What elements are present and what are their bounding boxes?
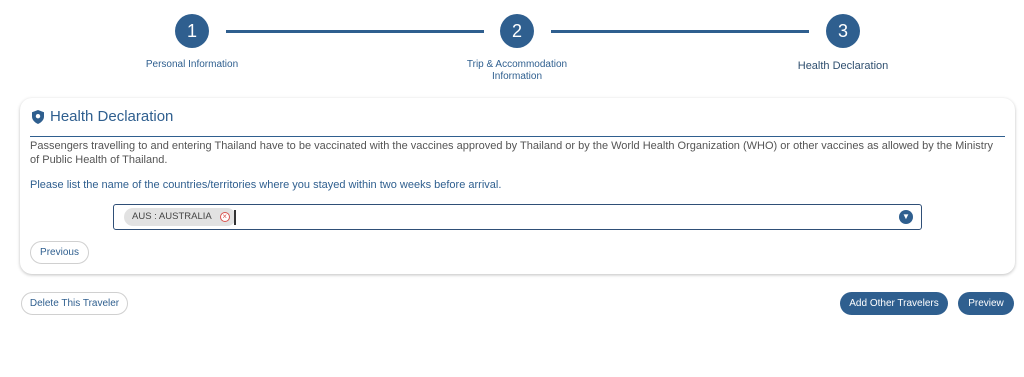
step-connector-1-2 bbox=[226, 30, 484, 33]
text-cursor bbox=[234, 210, 236, 225]
chevron-down-icon[interactable]: ▼ bbox=[899, 210, 913, 224]
step-3-number: 3 bbox=[837, 21, 848, 41]
countries-select[interactable]: AUS : AUSTRALIA × ▼ bbox=[113, 204, 922, 230]
remove-chip-icon[interactable]: × bbox=[219, 212, 230, 222]
step-2-label-line1: Trip & Accommodation bbox=[466, 59, 568, 70]
preview-button[interactable]: Preview bbox=[958, 292, 1014, 315]
progress-stepper: 1 2 3 Personal Information Trip & Accomm… bbox=[0, 0, 1024, 100]
shield-icon bbox=[32, 109, 44, 124]
step-1-label: Personal Information bbox=[145, 59, 239, 70]
add-other-travelers-button[interactable]: Add Other Travelers bbox=[840, 292, 948, 315]
vaccine-requirement-text: Passengers travelling to and entering Th… bbox=[30, 140, 994, 166]
delete-traveler-button[interactable]: Delete This Traveler bbox=[21, 292, 128, 315]
card-title: Health Declaration bbox=[50, 108, 174, 125]
country-chip-label: AUS : AUSTRALIA bbox=[132, 211, 212, 222]
step-3-label: Health Declaration bbox=[797, 60, 889, 72]
health-declaration-card: Health Declaration Passengers travelling… bbox=[20, 98, 1015, 274]
step-1-number: 1 bbox=[186, 21, 197, 41]
step-3-circle[interactable]: 3 bbox=[826, 14, 860, 48]
step-2-label-line2: Information bbox=[491, 71, 543, 82]
card-divider bbox=[30, 136, 1005, 137]
previous-button[interactable]: Previous bbox=[30, 241, 89, 264]
card-header: Health Declaration bbox=[32, 108, 173, 125]
step-2-label: Trip & Accommodation Information bbox=[437, 59, 597, 83]
country-chip: AUS : AUSTRALIA × bbox=[124, 208, 236, 226]
step-connector-2-3 bbox=[551, 30, 809, 33]
step-1-circle[interactable]: 1 bbox=[175, 14, 209, 48]
countries-question: Please list the name of the countries/te… bbox=[30, 179, 502, 191]
step-2-circle[interactable]: 2 bbox=[500, 14, 534, 48]
step-2-number: 2 bbox=[511, 21, 522, 41]
